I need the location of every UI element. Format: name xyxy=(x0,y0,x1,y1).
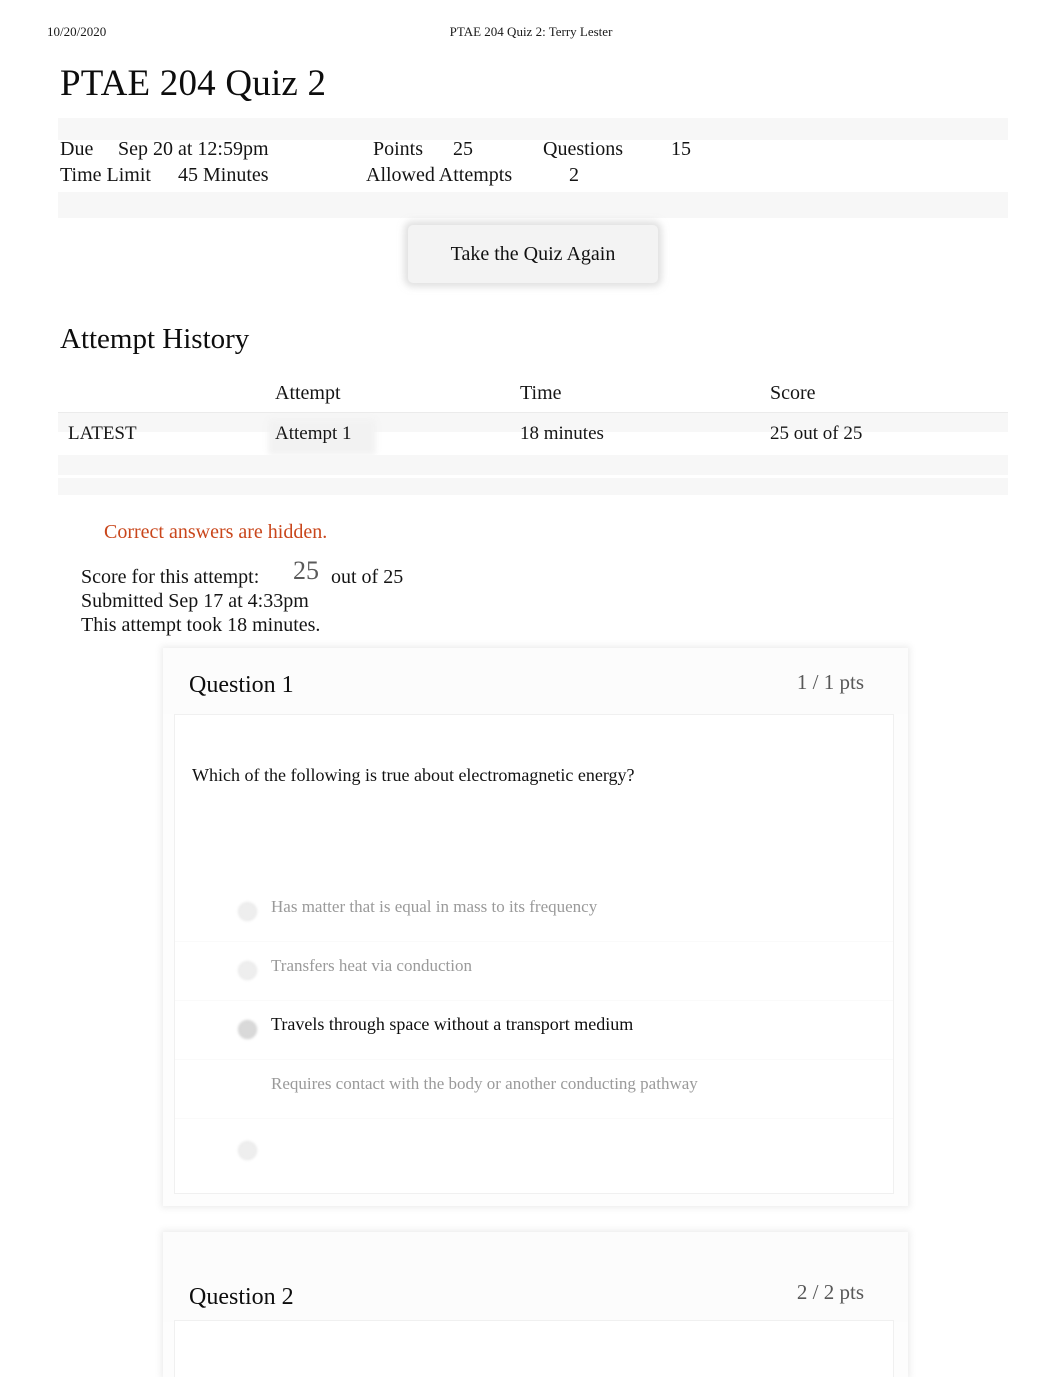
allowed-attempts-label: Allowed Attempts xyxy=(366,164,513,186)
answer-option[interactable]: Requires contact with the body or anothe… xyxy=(175,1059,893,1118)
due-value: Sep 20 at 12:59pm xyxy=(118,138,269,160)
attempt-summary: Score for this attempt: 25 out of 25 Sub… xyxy=(81,558,403,637)
retake-button-wrapper: Take the Quiz Again xyxy=(408,225,658,287)
question-1-points: 1 / 1 pts xyxy=(796,670,864,694)
due-label: Due xyxy=(60,138,94,160)
time-limit-value: 45 Minutes xyxy=(178,164,269,186)
answer-option[interactable]: Has matter that is equal in mass to its … xyxy=(175,883,893,941)
question-1-text: Which of the following is true about ele… xyxy=(192,765,635,785)
quiz-meta-row-2: Time Limit 45 Minutes Allowed Attempts 2 xyxy=(60,162,760,188)
question-block-2: Question 2 2 / 2 pts xyxy=(163,1232,908,1377)
column-header-attempt: Attempt xyxy=(275,382,341,404)
print-header: 10/20/2020 PTAE 204 Quiz 2: Terry Lester xyxy=(0,24,1062,40)
radio-button-icon[interactable] xyxy=(238,902,257,921)
radio-button-icon[interactable] xyxy=(238,961,257,980)
column-header-time: Time xyxy=(520,382,562,404)
question-1-body: Which of the following is true about ele… xyxy=(174,714,894,1194)
score-out-of: out of 25 xyxy=(331,566,404,588)
answer-option-label: Has matter that is equal in mass to its … xyxy=(271,897,598,916)
question-2-title: Question 2 xyxy=(189,1284,294,1310)
quiz-meta-row-1: Due Sep 20 at 12:59pm Points 25 Question… xyxy=(60,136,760,162)
score-label: Score for this attempt: xyxy=(81,566,260,588)
table-row: LATEST Attempt 1 18 minutes 25 out of 25 xyxy=(58,423,1008,463)
row-score: 25 out of 25 xyxy=(770,423,863,444)
answer-option-label: Requires contact with the body or anothe… xyxy=(271,1074,698,1093)
answer-option[interactable]: Transfers heat via conduction xyxy=(175,941,893,1000)
questions-value: 15 xyxy=(671,138,691,160)
table-header-row: Attempt Time Score xyxy=(58,382,1008,423)
attempt-history-table: Attempt Time Score LATEST Attempt 1 18 m… xyxy=(58,382,1008,463)
question-2-header: Question 2 2 / 2 pts xyxy=(163,1232,908,1322)
score-value: 25 xyxy=(293,556,319,585)
question-1-answers: Has matter that is equal in mass to its … xyxy=(175,883,893,1175)
history-band-3 xyxy=(58,478,1008,495)
score-for-attempt-line: Score for this attempt: 25 out of 25 xyxy=(81,558,403,589)
points-value: 25 xyxy=(453,138,473,160)
row-latest-flag: LATEST xyxy=(68,423,137,444)
quiz-meta: Due Sep 20 at 12:59pm Points 25 Question… xyxy=(60,136,760,188)
points-label: Points xyxy=(373,138,424,160)
answer-option-selected[interactable]: Travels through space without a transpor… xyxy=(175,1000,893,1059)
row-attempt-link[interactable]: Attempt 1 xyxy=(275,423,352,445)
answer-option-label: Transfers heat via conduction xyxy=(271,956,472,975)
question-1-title: Question 1 xyxy=(189,672,294,698)
answer-option-label: Travels through space without a transpor… xyxy=(271,1014,634,1034)
duration-line: This attempt took 18 minutes. xyxy=(81,614,321,636)
questions-label: Questions xyxy=(543,138,623,160)
page-title: PTAE 204 Quiz 2 xyxy=(60,63,327,104)
answer-option[interactable] xyxy=(175,1118,893,1175)
question-1-header: Question 1 1 / 1 pts xyxy=(163,648,908,714)
question-2-points: 2 / 2 pts xyxy=(796,1280,864,1304)
print-document-title: PTAE 204 Quiz 2: Terry Lester xyxy=(449,24,613,39)
time-limit-label: Time Limit xyxy=(60,164,151,186)
submitted-line: Submitted Sep 17 at 4:33pm xyxy=(81,590,309,612)
question-2-body xyxy=(174,1320,894,1377)
radio-button-icon[interactable] xyxy=(238,1141,257,1160)
question-block-1: Question 1 1 / 1 pts Which of the follow… xyxy=(163,648,908,1206)
answers-hidden-notice: Correct answers are hidden. xyxy=(104,521,328,543)
take-quiz-again-button[interactable]: Take the Quiz Again xyxy=(408,225,658,283)
allowed-attempts-value: 2 xyxy=(569,164,579,186)
attempt-history-heading: Attempt History xyxy=(60,323,250,355)
radio-button-selected-icon[interactable] xyxy=(238,1020,257,1039)
row-time: 18 minutes xyxy=(520,423,604,444)
column-header-score: Score xyxy=(770,382,816,404)
meta-band-bottom xyxy=(58,192,1008,218)
